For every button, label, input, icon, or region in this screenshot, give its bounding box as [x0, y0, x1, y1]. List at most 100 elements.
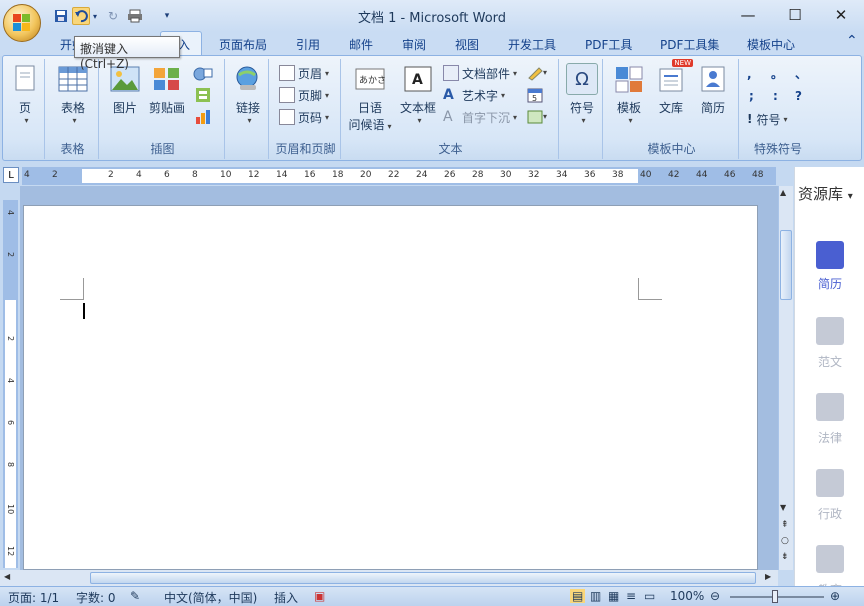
- minimize-button[interactable]: —: [733, 5, 763, 25]
- ruler-tick-label: 18: [332, 170, 344, 180]
- scroll-down-icon[interactable]: ▼: [780, 503, 786, 512]
- vertical-ruler[interactable]: 4 2 2 4 6 8 10 12: [3, 200, 18, 568]
- office-button[interactable]: [3, 4, 41, 42]
- draft-view-icon[interactable]: ▭: [644, 589, 655, 603]
- symbol-enum-comma[interactable]: 、: [795, 65, 807, 82]
- library-icon: NEW: [655, 59, 693, 95]
- tab-references[interactable]: 引用: [296, 36, 320, 53]
- sample-essay-icon[interactable]: [816, 317, 844, 345]
- crop-mark-top-right: [638, 278, 662, 300]
- law-icon[interactable]: [816, 393, 844, 421]
- education-icon[interactable]: [816, 545, 844, 573]
- japanese-label-2: 问候语 ▾: [347, 116, 393, 133]
- chart-icon[interactable]: [195, 109, 211, 125]
- maximize-button[interactable]: ☐: [780, 5, 810, 25]
- panel-item-law[interactable]: 法律: [795, 429, 864, 446]
- symbol-button[interactable]: Ω 符号 ▾: [563, 63, 601, 125]
- admin-icon[interactable]: [816, 469, 844, 497]
- dropcap-button[interactable]: A 首字下沉 ▾: [443, 107, 517, 127]
- header-button[interactable]: 页眉 ▾: [279, 63, 329, 83]
- library-button[interactable]: NEW 文库: [651, 59, 693, 116]
- tab-pdf-tools[interactable]: PDF工具: [585, 36, 632, 53]
- symbol-question[interactable]: ?: [795, 89, 802, 103]
- ruler-tick-label: 46: [724, 170, 736, 180]
- status-insert-mode[interactable]: 插入: [274, 589, 298, 606]
- spelling-check-icon[interactable]: ✎: [130, 589, 140, 603]
- header-label: 页眉: [298, 66, 323, 81]
- macro-record-icon[interactable]: ▣: [314, 589, 325, 603]
- vertical-scroll-thumb[interactable]: [780, 230, 792, 300]
- textbox-button[interactable]: A 文本框 ▾: [395, 63, 441, 125]
- status-language[interactable]: 中文(简体，中国): [164, 589, 257, 606]
- shapes-icon[interactable]: [193, 65, 215, 83]
- footer-button[interactable]: 页脚 ▾: [279, 85, 329, 105]
- status-word-count[interactable]: 字数: 0: [76, 589, 116, 606]
- tab-selector[interactable]: L: [3, 167, 19, 183]
- tab-developer[interactable]: 开发工具: [508, 36, 556, 53]
- next-page-icon[interactable]: ⇟: [781, 552, 789, 562]
- print-layout-view-icon[interactable]: ▤: [570, 589, 586, 603]
- signature-line-icon[interactable]: ▾: [527, 65, 551, 81]
- panel-item-resume[interactable]: 简历: [795, 241, 864, 292]
- scroll-left-icon[interactable]: ◀: [4, 572, 10, 581]
- ribbon-collapse-icon[interactable]: ⌃: [846, 33, 858, 49]
- page-button[interactable]: 页 ▾: [8, 63, 42, 125]
- symbol-comma[interactable]: ,: [747, 67, 752, 81]
- special-symbol-button[interactable]: ! 符号 ▾: [747, 109, 788, 129]
- japanese-greeting-button[interactable]: あかさ 日语 问候语 ▾: [347, 63, 393, 133]
- symbol-semicolon[interactable]: ;: [749, 89, 754, 103]
- panel-item-sample[interactable]: 范文: [795, 353, 864, 370]
- resource-panel-title[interactable]: 资源库 ▾: [798, 183, 853, 204]
- tab-mailings[interactable]: 邮件: [349, 36, 373, 53]
- template-button[interactable]: 模板 ▾: [609, 63, 649, 125]
- chevron-down-icon: ▾: [783, 114, 788, 124]
- chevron-down-icon: ▾: [325, 112, 330, 122]
- zoom-out-icon[interactable]: ⊖: [710, 589, 720, 603]
- outline-view-icon[interactable]: ≡: [626, 589, 636, 603]
- resume-icon: [697, 63, 729, 95]
- datetime-icon[interactable]: 5: [527, 87, 543, 103]
- ribbon-insert: 页 ▾ 表格 ▾ 表格 图片 剪贴画 插图 链接 ▾ 页眉 ▾ 页脚 ▾ 页码 …: [2, 55, 862, 161]
- full-screen-reading-icon[interactable]: ▥: [590, 589, 601, 603]
- template-label: 模板: [616, 101, 641, 115]
- symbol-colon[interactable]: :: [773, 89, 778, 103]
- browse-object-icon[interactable]: ○: [781, 536, 789, 546]
- status-page[interactable]: 页面: 1/1: [8, 589, 59, 606]
- chevron-down-icon: ▾: [24, 116, 29, 125]
- horizontal-ruler[interactable]: 4 2 2 4 6 8 10 12 14 16 18 20 22 24 26 28 30 32 34 36 38 40 42…: [22, 167, 776, 185]
- chevron-down-icon: ▾: [325, 68, 330, 78]
- quickparts-button[interactable]: 文档部件 ▾: [443, 63, 517, 83]
- ruler-tick-label: 42: [668, 170, 680, 180]
- links-button[interactable]: 链接 ▾: [229, 63, 267, 125]
- panel-item-admin[interactable]: 行政: [795, 505, 864, 522]
- tab-pdf-toolset[interactable]: PDF工具集: [660, 36, 719, 53]
- page-number-button[interactable]: 页码 ▾: [279, 107, 329, 127]
- svg-text:あかさ: あかさ: [359, 75, 385, 86]
- table-button[interactable]: 表格 ▾: [53, 63, 93, 125]
- web-layout-icon[interactable]: ▦: [608, 589, 619, 603]
- scroll-right-icon[interactable]: ▶: [765, 572, 771, 581]
- document-page[interactable]: [23, 205, 758, 570]
- smartart-icon[interactable]: [195, 87, 211, 103]
- ruler-tick-label: 28: [472, 170, 484, 180]
- resume-button[interactable]: 简历: [693, 63, 733, 116]
- tab-review[interactable]: 审阅: [402, 36, 426, 53]
- tab-template-center[interactable]: 模板中心: [747, 36, 795, 53]
- object-icon[interactable]: ▾: [527, 109, 551, 125]
- scroll-up-icon[interactable]: ▲: [780, 188, 786, 197]
- ruler-tick-label: 4: [136, 170, 142, 180]
- clipart-button[interactable]: 剪贴画: [147, 63, 187, 116]
- wordart-button[interactable]: A 艺术字 ▾: [443, 85, 505, 105]
- resume-label: 简历: [700, 101, 725, 115]
- tab-page-layout[interactable]: 页面布局: [219, 36, 267, 53]
- tab-view[interactable]: 视图: [455, 36, 479, 53]
- status-bar: 页面: 1/1 字数: 0 ✎ 中文(简体，中国) 插入 ▣ ▤ ▥ ▦ ≡ ▭…: [0, 586, 864, 606]
- horizontal-scroll-thumb[interactable]: [90, 572, 756, 584]
- close-button[interactable]: ✕: [826, 5, 856, 25]
- zoom-slider-thumb[interactable]: [772, 590, 778, 603]
- zoom-level[interactable]: 100%: [670, 589, 704, 603]
- symbol-period[interactable]: 。: [771, 65, 783, 82]
- textbox-icon: A: [402, 63, 434, 95]
- zoom-in-icon[interactable]: ⊕: [830, 589, 840, 603]
- previous-page-icon[interactable]: ⇞: [781, 520, 789, 530]
